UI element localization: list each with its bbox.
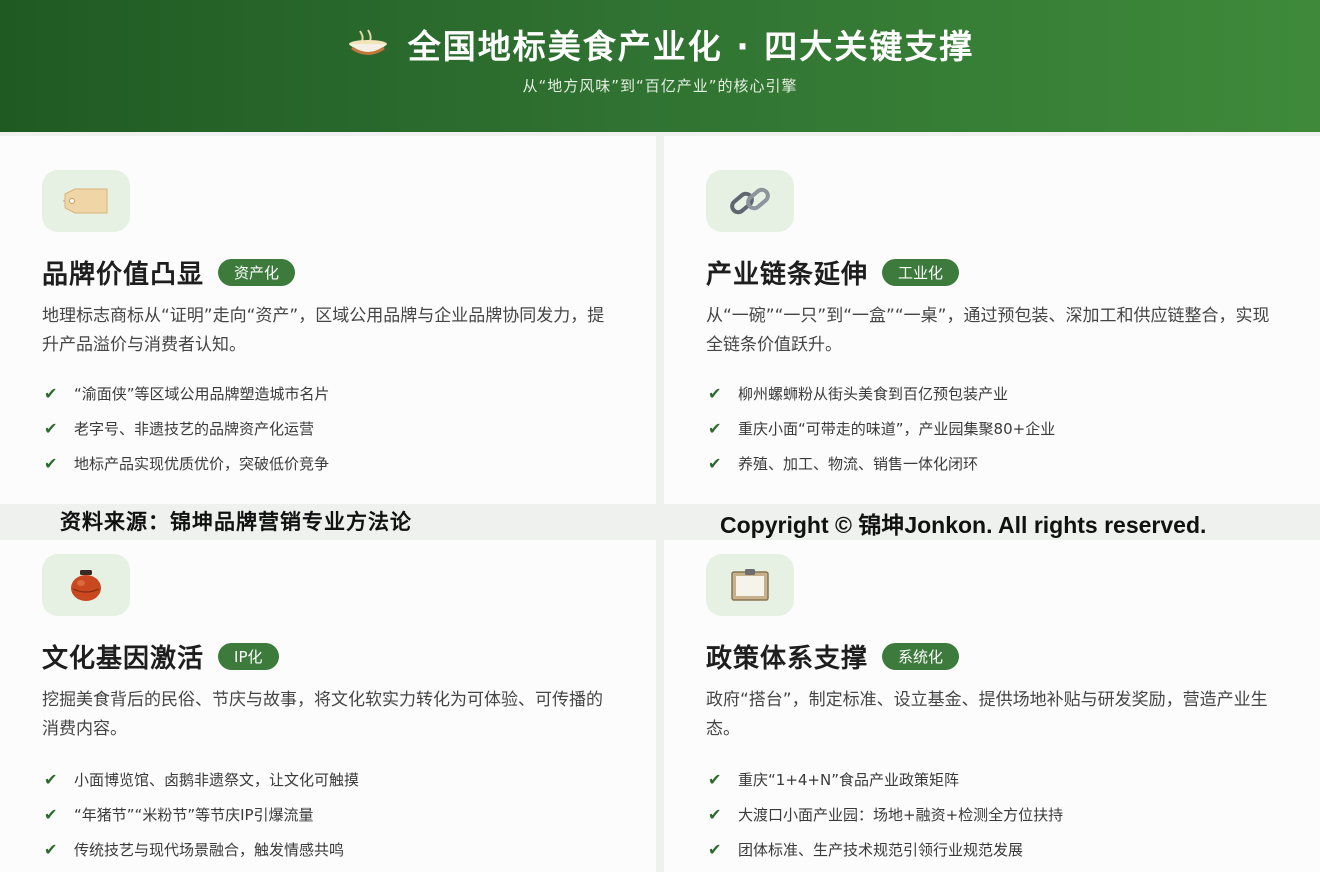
list-item: ✔ 柳州螺蛳粉从街头美食到百亿预包装产业 [708, 376, 1298, 411]
bowl-icon [348, 29, 387, 55]
card-brand-value: 品牌价值凸显 资产化 地理标志商标从“证明”走向“资产”，区域公用品牌与企业品牌… [0, 136, 656, 504]
check-icon: ✔ [44, 840, 58, 859]
card-description: 从“一碗”“一只”到“一盒”“一桌”，通过预包装、深加工和供应链整合，实现全链条… [706, 306, 1270, 355]
check-icon: ✔ [708, 770, 722, 789]
icon-tile [42, 170, 130, 232]
list-item: ✔ 小面博览馆、卤鹅非遗祭文，让文化可触摸 [44, 762, 634, 797]
card-description: 政府“搭台”，制定标准、设立基金、提供场地补贴与研发奖励，营造产业生态。 [706, 690, 1268, 739]
list-item: ✔ “渝面侠”等区域公用品牌塑造城市名片 [44, 376, 634, 411]
category-badge: 系统化 [882, 643, 960, 670]
list-item: ✔ “年猪节”“米粉节”等节庆IP引爆流量 [44, 797, 634, 832]
check-icon: ✔ [708, 454, 722, 473]
header-banner: 全国地标美食产业化 · 四大关键支撑 从“地方风味”到“百亿产业”的核心引擎 [0, 0, 1320, 132]
list-item-text: 重庆小面“可带走的味道”，产业园集聚80+企业 [738, 420, 1056, 438]
feature-list: ✔ “渝面侠”等区域公用品牌塑造城市名片 ✔ 老字号、非遗技艺的品牌资产化运营 ✔ 地… [44, 376, 634, 481]
check-icon: ✔ [44, 454, 58, 473]
list-item-text: 重庆“1+4+N”食品产业政策矩阵 [738, 771, 959, 789]
list-item-text: 柳州螺蛳粉从街头美食到百亿预包装产业 [738, 385, 1009, 403]
card-title: 文化基因激活 [42, 644, 205, 674]
card-title-row: 政策体系支撑 系统化 [706, 638, 960, 675]
card-cultural-gene: 文化基因激活 IP化 挖掘美食背后的民俗、节庆与故事，将文化软实力转化为可体验、… [0, 540, 656, 872]
list-item: ✔ 养殖、加工、物流、销售一体化闭环 [708, 446, 1298, 481]
list-item: ✔ 团体标准、生产技术规范引领行业规范发展 [708, 832, 1298, 867]
list-item-text: 老字号、非遗技艺的品牌资产化运营 [74, 420, 315, 438]
card-title: 产业链条延伸 [706, 260, 869, 290]
category-badge: 工业化 [882, 259, 960, 286]
card-title-row: 品牌价值凸显 资产化 [42, 254, 296, 291]
card-description: 地理标志商标从“证明”走向“资产”，区域公用品牌与企业品牌协同发力，提升产品溢价… [42, 306, 605, 355]
icon-tile [706, 554, 794, 616]
copyright-note: Copyright © 锦坤Jonkon. All rights reserve… [720, 512, 1207, 538]
card-title: 品牌价值凸显 [42, 260, 205, 290]
card-title: 政策体系支撑 [706, 644, 869, 674]
feature-list: ✔ 重庆“1+4+N”食品产业政策矩阵 ✔ 大渡口小面产业园：场地+融资+检测全方位… [708, 762, 1298, 867]
clipboard-icon [731, 569, 769, 601]
check-icon: ✔ [44, 805, 58, 824]
feature-list: ✔ 柳州螺蛳粉从街头美食到百亿预包装产业 ✔ 重庆小面“可带走的味道”，产业园集聚8… [708, 376, 1298, 481]
check-icon: ✔ [708, 419, 722, 438]
card-description: 挖掘美食背后的民俗、节庆与故事，将文化软实力转化为可体验、可传播的消费内容。 [42, 690, 603, 739]
list-item: ✔ 地标产品实现优质优价，突破低价竞争 [44, 446, 634, 481]
check-icon: ✔ [708, 805, 722, 824]
clay-jar-icon [71, 570, 101, 601]
icon-tile [42, 554, 130, 616]
list-item: ✔ 重庆“1+4+N”食品产业政策矩阵 [708, 762, 1298, 797]
card-policy-support: 政策体系支撑 系统化 政府“搭台”，制定标准、设立基金、提供场地补贴与研发奖励，… [664, 540, 1320, 872]
category-badge: 资产化 [218, 259, 296, 286]
card-title-row: 文化基因激活 IP化 [42, 638, 279, 675]
list-item-text: “渝面侠”等区域公用品牌塑造城市名片 [74, 385, 330, 403]
check-icon: ✔ [708, 384, 722, 403]
page-subtitle: 从“地方风味”到“百亿产业”的核心引擎 [522, 77, 798, 95]
list-item-text: 地标产品实现优质优价，突破低价竞争 [74, 455, 330, 473]
price-tag-icon [63, 188, 108, 214]
check-icon: ✔ [44, 419, 58, 438]
source-note: 资料来源：锦坤品牌营销专业方法论 [60, 509, 412, 534]
card-title-row: 产业链条延伸 工业化 [706, 254, 960, 291]
chain-link-icon [730, 187, 770, 215]
list-item: ✔ 重庆小面“可带走的味道”，产业园集聚80+企业 [708, 411, 1298, 446]
page-title: 全国地标美食产业化 · 四大关键支撑 [407, 27, 975, 66]
list-item-text: 传统技艺与现代场景融合，触发情感共鸣 [74, 841, 345, 859]
infographic-page: 全国地标美食产业化 · 四大关键支撑 从“地方风味”到“百亿产业”的核心引擎 品… [0, 0, 1320, 872]
list-item-text: 大渡口小面产业园：场地+融资+检测全方位扶持 [738, 806, 1064, 824]
header-title-row: 全国地标美食产业化 · 四大关键支撑 [0, 20, 1320, 68]
icon-tile [706, 170, 794, 232]
card-industry-chain: 产业链条延伸 工业化 从“一碗”“一只”到“一盒”“一桌”，通过预包装、深加工和… [664, 136, 1320, 504]
check-icon: ✔ [708, 840, 722, 859]
list-item-text: 团体标准、生产技术规范引领行业规范发展 [738, 841, 1024, 859]
check-icon: ✔ [44, 384, 58, 403]
check-icon: ✔ [44, 770, 58, 789]
category-badge: IP化 [218, 643, 279, 670]
list-item: ✔ 大渡口小面产业园：场地+融资+检测全方位扶持 [708, 797, 1298, 832]
feature-list: ✔ 小面博览馆、卤鹅非遗祭文，让文化可触摸 ✔ “年猪节”“米粉节”等节庆IP引爆流… [44, 762, 634, 867]
list-item: ✔ 老字号、非遗技艺的品牌资产化运营 [44, 411, 634, 446]
list-item-text: “年猪节”“米粉节”等节庆IP引爆流量 [74, 806, 314, 824]
list-item-text: 小面博览馆、卤鹅非遗祭文，让文化可触摸 [74, 771, 360, 789]
list-item: ✔ 传统技艺与现代场景融合，触发情感共鸣 [44, 832, 634, 867]
list-item-text: 养殖、加工、物流、销售一体化闭环 [738, 455, 979, 473]
